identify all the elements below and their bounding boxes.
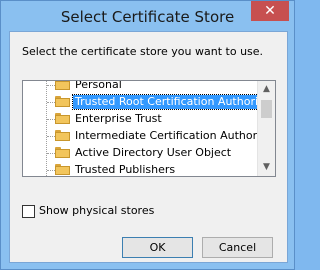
tree-branch-line: [47, 85, 55, 86]
tree-item-trusted-root[interactable]: Trusted Root Certification Authorities: [23, 94, 275, 110]
select-certificate-store-dialog: Select Certificate Store ✕ Select the ce…: [0, 0, 295, 270]
instruction-text: Select the certificate store you want to…: [22, 45, 264, 58]
tree-branch-line: [47, 136, 55, 137]
folder-icon: [55, 130, 70, 141]
tree-item-label: Intermediate Certification Authorities: [75, 129, 276, 142]
tree-branch-line: [47, 170, 55, 171]
tree-item-intermediate-ca[interactable]: Intermediate Certification Authorities: [23, 128, 275, 144]
vertical-scrollbar[interactable]: ▲ ▼: [257, 81, 275, 176]
dialog-content: Select the certificate store you want to…: [9, 31, 288, 263]
tree-item-label: Active Directory User Object: [75, 146, 232, 159]
tree-branch-line: [47, 153, 55, 154]
show-physical-stores-checkbox[interactable]: [22, 205, 35, 218]
tree-item-personal[interactable]: Personal: [23, 80, 259, 93]
tree-item-enterprise-trust[interactable]: Enterprise Trust: [23, 111, 259, 127]
scroll-thumb[interactable]: [261, 100, 272, 118]
close-icon: ✕: [264, 3, 276, 19]
title-bar[interactable]: Select Certificate Store ✕: [1, 1, 294, 31]
folder-icon: [55, 81, 70, 90]
tree-item-label: Enterprise Trust: [75, 112, 162, 125]
folder-icon: [55, 164, 70, 175]
tree-branch-line: [47, 102, 55, 103]
folder-icon: [55, 113, 70, 124]
ok-button[interactable]: OK: [122, 237, 193, 258]
tree-item-label: Trusted Publishers: [75, 163, 176, 176]
show-physical-stores-label: Show physical stores: [39, 204, 155, 217]
tree-branch-line: [47, 119, 55, 120]
tree-item-active-directory[interactable]: Active Directory User Object: [23, 145, 259, 161]
scroll-down-icon[interactable]: ▼: [258, 159, 275, 176]
folder-icon: [55, 96, 70, 107]
close-button[interactable]: ✕: [251, 1, 289, 21]
scroll-up-icon[interactable]: ▲: [258, 81, 275, 98]
tree-item-trusted-publishers[interactable]: Trusted Publishers: [23, 162, 259, 176]
tree-item-label: Trusted Root Certification Authorities: [72, 94, 275, 110]
certificate-store-tree[interactable]: Personal Trusted Root Certification Auth…: [22, 80, 276, 177]
folder-icon: [55, 147, 70, 158]
tree-item-label: Personal: [75, 80, 122, 91]
cancel-button[interactable]: Cancel: [202, 237, 273, 258]
